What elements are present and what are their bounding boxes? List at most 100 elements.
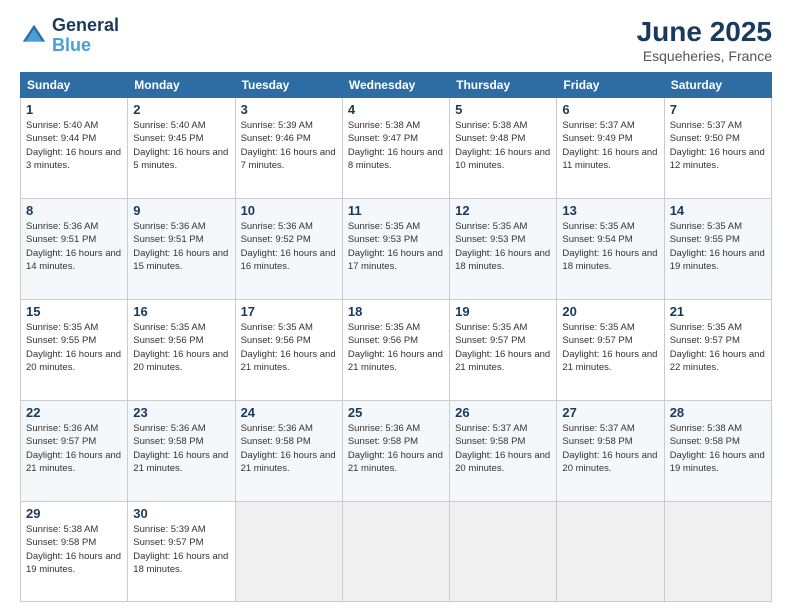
day-number: 15 (26, 304, 122, 319)
day-number: 13 (562, 203, 658, 218)
day-number: 21 (670, 304, 766, 319)
header-tuesday: Tuesday (235, 73, 342, 98)
day-info: Sunrise: 5:36 AM Sunset: 9:51 PM Dayligh… (133, 220, 229, 273)
table-row: 23 Sunrise: 5:36 AM Sunset: 9:58 PM Dayli… (128, 401, 235, 502)
table-row: 17 Sunrise: 5:35 AM Sunset: 9:56 PM Dayli… (235, 300, 342, 401)
calendar-week-3: 15 Sunrise: 5:35 AM Sunset: 9:55 PM Dayli… (21, 300, 772, 401)
day-info: Sunrise: 5:35 AM Sunset: 9:53 PM Dayligh… (348, 220, 444, 273)
day-info: Sunrise: 5:39 AM Sunset: 9:46 PM Dayligh… (241, 119, 337, 172)
table-row: 9Sunrise: 5:36 AM Sunset: 9:51 PM Daylig… (128, 199, 235, 300)
table-row (450, 502, 557, 602)
table-row: 15 Sunrise: 5:35 AM Sunset: 9:55 PM Dayli… (21, 300, 128, 401)
day-number: 19 (455, 304, 551, 319)
day-info: Sunrise: 5:36 AM Sunset: 9:58 PM Dayligh… (348, 422, 444, 475)
day-info: Sunrise: 5:35 AM Sunset: 9:57 PM Dayligh… (670, 321, 766, 374)
day-number: 5 (455, 102, 551, 117)
day-info: Sunrise: 5:40 AM Sunset: 9:44 PM Dayligh… (26, 119, 122, 172)
table-row: 14Sunrise: 5:35 AM Sunset: 9:55 PM Dayli… (664, 199, 771, 300)
day-info: Sunrise: 5:36 AM Sunset: 9:58 PM Dayligh… (241, 422, 337, 475)
table-row: 28 Sunrise: 5:38 AM Sunset: 9:58 PM Dayli… (664, 401, 771, 502)
table-row: 13 Sunrise: 5:35 AM Sunset: 9:54 PM Dayli… (557, 199, 664, 300)
calendar-subtitle: Esqueheries, France (637, 48, 772, 64)
table-row: 26Sunrise: 5:37 AM Sunset: 9:58 PM Dayli… (450, 401, 557, 502)
header-thursday: Thursday (450, 73, 557, 98)
day-info: Sunrise: 5:36 AM Sunset: 9:57 PM Dayligh… (26, 422, 122, 475)
header-sunday: Sunday (21, 73, 128, 98)
day-info: Sunrise: 5:37 AM Sunset: 9:50 PM Dayligh… (670, 119, 766, 172)
day-info: Sunrise: 5:35 AM Sunset: 9:56 PM Dayligh… (348, 321, 444, 374)
day-info: Sunrise: 5:35 AM Sunset: 9:55 PM Dayligh… (26, 321, 122, 374)
day-info: Sunrise: 5:37 AM Sunset: 9:58 PM Dayligh… (455, 422, 551, 475)
day-number: 20 (562, 304, 658, 319)
day-number: 16 (133, 304, 229, 319)
day-number: 17 (241, 304, 337, 319)
day-number: 23 (133, 405, 229, 420)
table-row: 5Sunrise: 5:38 AM Sunset: 9:48 PM Daylig… (450, 98, 557, 199)
day-info: Sunrise: 5:36 AM Sunset: 9:52 PM Dayligh… (241, 220, 337, 273)
header-saturday: Saturday (664, 73, 771, 98)
table-row: 30Sunrise: 5:39 AM Sunset: 9:57 PM Dayli… (128, 502, 235, 602)
table-row: 21 Sunrise: 5:35 AM Sunset: 9:57 PM Dayli… (664, 300, 771, 401)
day-info: Sunrise: 5:37 AM Sunset: 9:49 PM Dayligh… (562, 119, 658, 172)
table-row: 16Sunrise: 5:35 AM Sunset: 9:56 PM Dayli… (128, 300, 235, 401)
table-row: 18 Sunrise: 5:35 AM Sunset: 9:56 PM Dayli… (342, 300, 449, 401)
day-info: Sunrise: 5:38 AM Sunset: 9:47 PM Dayligh… (348, 119, 444, 172)
calendar-title: June 2025 (637, 16, 772, 48)
day-number: 8 (26, 203, 122, 218)
calendar-table: Sunday Monday Tuesday Wednesday Thursday… (20, 72, 772, 602)
table-row (664, 502, 771, 602)
header-wednesday: Wednesday (342, 73, 449, 98)
calendar-week-4: 22 Sunrise: 5:36 AM Sunset: 9:57 PM Dayli… (21, 401, 772, 502)
table-row: 25Sunrise: 5:36 AM Sunset: 9:58 PM Dayli… (342, 401, 449, 502)
day-number: 14 (670, 203, 766, 218)
header: General Blue June 2025 Esqueheries, Fran… (20, 16, 772, 64)
day-number: 11 (348, 203, 444, 218)
day-number: 2 (133, 102, 229, 117)
calendar-week-1: 1Sunrise: 5:40 AM Sunset: 9:44 PM Daylig… (21, 98, 772, 199)
day-info: Sunrise: 5:40 AM Sunset: 9:45 PM Dayligh… (133, 119, 229, 172)
day-number: 6 (562, 102, 658, 117)
day-number: 12 (455, 203, 551, 218)
day-number: 10 (241, 203, 337, 218)
day-info: Sunrise: 5:35 AM Sunset: 9:57 PM Dayligh… (455, 321, 551, 374)
page: General Blue June 2025 Esqueheries, Fran… (0, 0, 792, 612)
table-row: 1Sunrise: 5:40 AM Sunset: 9:44 PM Daylig… (21, 98, 128, 199)
calendar-week-2: 8 Sunrise: 5:36 AM Sunset: 9:51 PM Daylig… (21, 199, 772, 300)
title-block: June 2025 Esqueheries, France (637, 16, 772, 64)
day-info: Sunrise: 5:35 AM Sunset: 9:56 PM Dayligh… (241, 321, 337, 374)
day-info: Sunrise: 5:35 AM Sunset: 9:57 PM Dayligh… (562, 321, 658, 374)
table-row: 4 Sunrise: 5:38 AM Sunset: 9:47 PM Daylig… (342, 98, 449, 199)
day-number: 4 (348, 102, 444, 117)
table-row: 24 Sunrise: 5:36 AM Sunset: 9:58 PM Dayli… (235, 401, 342, 502)
table-row (557, 502, 664, 602)
day-number: 28 (670, 405, 766, 420)
table-row: 22 Sunrise: 5:36 AM Sunset: 9:57 PM Dayli… (21, 401, 128, 502)
table-row: 20 Sunrise: 5:35 AM Sunset: 9:57 PM Dayli… (557, 300, 664, 401)
day-number: 24 (241, 405, 337, 420)
table-row: 29 Sunrise: 5:38 AM Sunset: 9:58 PM Dayli… (21, 502, 128, 602)
day-number: 30 (133, 506, 229, 521)
header-friday: Friday (557, 73, 664, 98)
logo-line2: Blue (52, 35, 91, 55)
day-number: 18 (348, 304, 444, 319)
day-number: 29 (26, 506, 122, 521)
day-number: 27 (562, 405, 658, 420)
table-row: 8Sunrise: 5:36 AM Sunset: 9:51 PM Daylig… (21, 199, 128, 300)
day-info: Sunrise: 5:36 AM Sunset: 9:58 PM Dayligh… (133, 422, 229, 475)
table-row: 10 Sunrise: 5:36 AM Sunset: 9:52 PM Dayli… (235, 199, 342, 300)
day-info: Sunrise: 5:35 AM Sunset: 9:54 PM Dayligh… (562, 220, 658, 273)
table-row: 2 Sunrise: 5:40 AM Sunset: 9:45 PM Daylig… (128, 98, 235, 199)
calendar-header-row: Sunday Monday Tuesday Wednesday Thursday… (21, 73, 772, 98)
header-monday: Monday (128, 73, 235, 98)
table-row (342, 502, 449, 602)
logo: General Blue (20, 16, 119, 56)
day-info: Sunrise: 5:38 AM Sunset: 9:58 PM Dayligh… (26, 523, 122, 576)
table-row (235, 502, 342, 602)
day-number: 22 (26, 405, 122, 420)
logo-text: General Blue (52, 16, 119, 56)
table-row: 7Sunrise: 5:37 AM Sunset: 9:50 PM Daylig… (664, 98, 771, 199)
table-row: 19 Sunrise: 5:35 AM Sunset: 9:57 PM Dayli… (450, 300, 557, 401)
logo-icon (20, 22, 48, 50)
day-info: Sunrise: 5:38 AM Sunset: 9:58 PM Dayligh… (670, 422, 766, 475)
calendar-week-5: 29 Sunrise: 5:38 AM Sunset: 9:58 PM Dayli… (21, 502, 772, 602)
